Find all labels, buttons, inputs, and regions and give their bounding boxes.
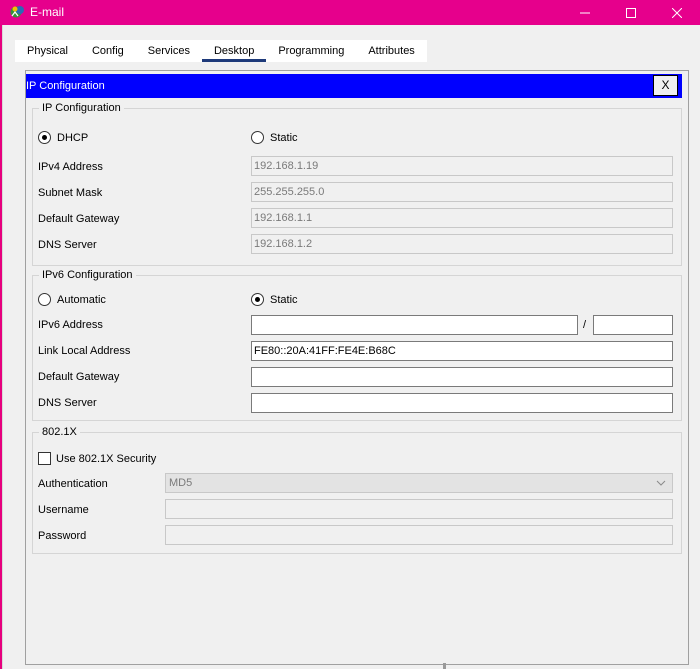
tab-programming[interactable]: Programming	[266, 40, 357, 62]
ipv4-configuration-group: IP Configuration DHCP Static IPv4 Addres…	[32, 102, 682, 266]
window-title: E-mail	[30, 5, 65, 19]
ipv6-default-gateway-field[interactable]	[251, 367, 673, 387]
static-radio[interactable]	[251, 131, 264, 144]
packet-tracer-device-icon	[10, 6, 24, 18]
close-icon	[672, 7, 682, 18]
dot1x-group: 802.1X Use 802.1X Security Authenticatio…	[32, 426, 682, 554]
dot1x-group-title: 802.1X	[39, 426, 80, 438]
dhcp-label: DHCP	[57, 132, 89, 144]
link-local-address-field[interactable]: FE80::20A:41FF:FE4E:B68C	[251, 341, 673, 361]
tab-desktop[interactable]: Desktop	[201, 40, 267, 62]
panel-title: IP Configuration	[26, 80, 105, 92]
use-8021x-checkbox[interactable]	[38, 452, 51, 465]
ipv6-address-field[interactable]	[251, 315, 578, 335]
password-field[interactable]	[165, 525, 673, 545]
device-window: Physical Config Services Desktop Program…	[2, 25, 700, 669]
username-label: Username	[38, 504, 89, 516]
ipv4-address-field[interactable]: 192.168.1.19	[251, 156, 673, 176]
tab-physical[interactable]: Physical	[15, 40, 80, 62]
ip-configuration-panel: IP Configuration X IP Configuration DHCP…	[25, 70, 689, 665]
panel-close-button[interactable]: X	[653, 75, 678, 96]
subnet-mask-label: Subnet Mask	[38, 187, 103, 199]
ipv6-automatic-radio[interactable]	[38, 293, 51, 306]
ipv6-static-label: Static	[270, 294, 298, 306]
ipv6-address-label: IPv6 Address	[38, 319, 103, 331]
authentication-value: MD5	[169, 477, 193, 489]
tab-attributes[interactable]: Attributes	[356, 40, 427, 62]
ipv6-dns-server-label: DNS Server	[38, 397, 97, 409]
password-label: Password	[38, 530, 87, 542]
title-bar: E-mail	[0, 0, 700, 25]
ipv4-address-label: IPv4 Address	[38, 161, 103, 173]
chevron-down-icon	[656, 480, 666, 486]
ipv6-dns-server-field[interactable]	[251, 393, 673, 413]
ipv6-default-gateway-label: Default Gateway	[38, 371, 120, 383]
default-gateway-label: Default Gateway	[38, 213, 120, 225]
authentication-label: Authentication	[38, 478, 108, 490]
dns-server-field[interactable]: 192.168.1.2	[251, 234, 673, 254]
resize-grip[interactable]	[443, 663, 446, 669]
default-gateway-field[interactable]: 192.168.1.1	[251, 208, 673, 228]
ipv6-group-title: IPv6 Configuration	[39, 269, 136, 281]
ipv6-prefix-field[interactable]	[593, 315, 673, 335]
panel-header: IP Configuration	[26, 74, 682, 98]
ipv6-automatic-label: Automatic	[57, 294, 106, 306]
prefix-separator: /	[583, 319, 587, 331]
minimize-icon	[580, 12, 590, 13]
ipv6-static-radio[interactable]	[251, 293, 264, 306]
maximize-button[interactable]	[608, 0, 654, 25]
link-local-address-label: Link Local Address	[38, 345, 131, 357]
username-field[interactable]	[165, 499, 673, 519]
authentication-select[interactable]: MD5	[165, 473, 673, 493]
minimize-button[interactable]	[562, 0, 608, 25]
ipv6-configuration-group: IPv6 Configuration Automatic Static IPv6…	[32, 269, 682, 421]
tab-bar: Physical Config Services Desktop Program…	[15, 40, 427, 62]
tab-services[interactable]: Services	[135, 40, 202, 62]
subnet-mask-field[interactable]: 255.255.255.0	[251, 182, 673, 202]
tab-config[interactable]: Config	[79, 40, 136, 62]
dns-server-label: DNS Server	[38, 239, 97, 251]
use-8021x-label: Use 802.1X Security	[56, 453, 157, 465]
dhcp-radio[interactable]	[38, 131, 51, 144]
maximize-icon	[626, 7, 636, 18]
close-window-button[interactable]	[654, 0, 700, 25]
ipv4-group-title: IP Configuration	[39, 102, 124, 114]
static-label: Static	[270, 132, 298, 144]
